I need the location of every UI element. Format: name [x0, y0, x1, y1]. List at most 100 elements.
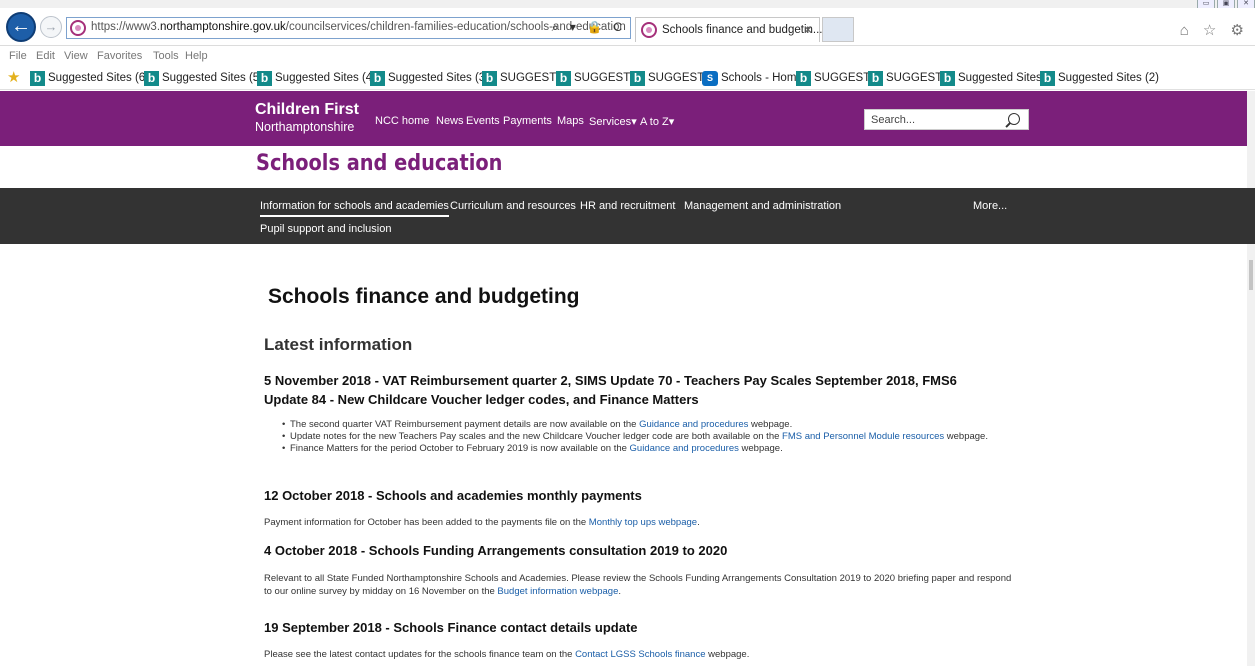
bing-icon: b	[30, 70, 45, 86]
paragraph-text: Please see the latest contact updates fo…	[264, 649, 576, 660]
fav-item[interactable]: b SUGGEST3	[556, 70, 637, 86]
menu-bar: File Edit View Favorites Tools Help	[0, 46, 1255, 66]
site-search-input[interactable]: Search...	[864, 109, 1029, 130]
news-heading-5-november: 5 November 2018 - VAT Reimbursement quar…	[264, 371, 957, 409]
fav-label: Suggested Sites (6)	[48, 72, 150, 84]
nav-services[interactable]: Services▾	[589, 115, 637, 128]
scrollbar-thumb[interactable]	[1249, 260, 1253, 290]
bullet-text-after: webpage.	[748, 419, 793, 430]
fav-item[interactable]: b Suggested Sites (4)	[257, 70, 376, 86]
subnav-pupil-support-inclusion[interactable]: Pupil support and inclusion	[260, 223, 391, 235]
bullet-text-after: webpage.	[944, 431, 988, 442]
fav-label: Suggested Sites	[958, 72, 1042, 84]
list-item: The second quarter VAT Reimbursement pay…	[282, 419, 1012, 431]
fav-item[interactable]: b SUGGEST4	[482, 70, 563, 86]
budget-information-link[interactable]: Budget information webpage	[497, 586, 618, 597]
back-arrow-icon[interactable]: ←	[6, 12, 36, 42]
news-paragraph: Please see the latest contact updates fo…	[264, 648, 1014, 661]
page-scrollbar[interactable]	[1247, 91, 1255, 666]
bullet-text: Update notes for the new Teachers Pay sc…	[290, 431, 783, 442]
contact-lgss-link[interactable]: Contact LGSS Schools finance	[575, 649, 705, 660]
fav-item[interactable]: b Suggested Sites (6)	[30, 70, 149, 86]
subnav-more[interactable]: More...	[973, 200, 1007, 212]
bullet-text-after: webpage.	[738, 443, 783, 454]
fav-item[interactable]: b SUGGESTE	[868, 70, 950, 86]
list-item: Update notes for the new Teachers Pay sc…	[282, 431, 1012, 443]
fav-item[interactable]: b Suggested Sites (5)	[144, 70, 263, 86]
menu-view[interactable]: View	[64, 50, 88, 62]
section-subnav: Information for schools and academies Cu…	[0, 188, 1255, 244]
fav-label: Suggested Sites (3)	[388, 72, 490, 84]
menu-help[interactable]: Help	[185, 50, 208, 62]
guidance-procedures-link[interactable]: Guidance and procedures	[639, 419, 748, 430]
nav-payments[interactable]: Payments	[503, 115, 552, 127]
nav-services-label: Services	[589, 116, 632, 128]
fav-item[interactable]: b Suggested Sites (3)	[370, 70, 489, 86]
monthly-top-ups-link[interactable]: Monthly top ups webpage	[589, 517, 697, 528]
site-favicon-icon	[70, 20, 86, 36]
fav-label: Suggested Sites (5)	[162, 72, 264, 84]
paragraph-text: Relevant to all State Funded Northampton…	[264, 573, 1012, 597]
favorites-bar: ★ b Suggested Sites (6) b Suggested Sites …	[0, 66, 1255, 90]
forward-arrow-icon[interactable]: →	[40, 16, 62, 38]
favorites-star-icon[interactable]: ★	[7, 70, 25, 86]
paragraph-text-after: webpage.	[705, 649, 750, 660]
news-heading-line: 5 November 2018 - VAT Reimbursement quar…	[264, 373, 957, 388]
sharepoint-icon: S	[702, 70, 718, 86]
search-placeholder: Search...	[871, 114, 916, 126]
url-prefix: https://www3.	[91, 21, 161, 33]
subnav-management-administration[interactable]: Management and administration	[684, 200, 841, 212]
news-heading-19-september: 19 September 2018 - Schools Finance cont…	[264, 620, 638, 635]
home-favorites-settings-icons[interactable]: ⌂ ☆ ⚙	[1180, 21, 1249, 39]
news-heading-line: Update 84 - New Childcare Voucher ledger…	[264, 392, 699, 407]
fav-label: Schools - Home	[721, 72, 803, 84]
subnav-hr-recruitment[interactable]: HR and recruitment	[580, 200, 675, 212]
list-item: Finance Matters for the period October t…	[282, 443, 1012, 455]
menu-file[interactable]: File	[9, 50, 27, 62]
tab-close-icon[interactable]: ✕	[803, 23, 813, 37]
nav-news[interactable]: News	[436, 115, 464, 127]
new-tab-button[interactable]	[822, 17, 854, 42]
site-logo-subtitle[interactable]: Northamptonshire	[255, 120, 354, 134]
menu-favorites[interactable]: Favorites	[97, 50, 142, 62]
fms-personnel-link[interactable]: FMS and Personnel Module resources	[782, 431, 944, 442]
news-heading-4-october: 4 October 2018 - Schools Funding Arrange…	[264, 543, 728, 558]
tab-favicon-icon	[641, 22, 657, 38]
menu-tools[interactable]: Tools	[153, 50, 179, 62]
section-title: Schools and education	[256, 151, 503, 176]
bing-icon: b	[796, 70, 811, 86]
subnav-curriculum-resources[interactable]: Curriculum and resources	[450, 200, 576, 212]
bing-icon: b	[556, 70, 571, 86]
bing-icon: b	[257, 70, 272, 86]
bing-icon: b	[940, 70, 955, 86]
nav-maps[interactable]: Maps	[557, 115, 584, 127]
nav-events[interactable]: Events	[466, 115, 500, 127]
nav-a-to-z-label: A to Z	[640, 116, 669, 128]
fav-label: Suggested Sites (4)	[275, 72, 377, 84]
address-tools-icons[interactable]: ⌕ ▾ 🔒 C	[552, 20, 626, 35]
bing-icon: b	[370, 70, 385, 86]
fav-item[interactable]: b Suggested Sites	[940, 70, 1042, 86]
fav-item[interactable]: b SUGGEST2	[630, 70, 711, 86]
paragraph-text: Payment information for October has been…	[264, 517, 589, 528]
paragraph-text-after: .	[697, 517, 700, 528]
fav-item[interactable]: b Suggested Sites (2)	[1040, 70, 1159, 86]
nav-ncc-home[interactable]: NCC home	[375, 115, 429, 127]
fav-item[interactable]: S Schools - Home	[702, 70, 803, 86]
menu-edit[interactable]: Edit	[36, 50, 55, 62]
site-logo-title[interactable]: Children First	[255, 101, 359, 119]
address-bar[interactable]: https://www3.northamptonshire.gov.uk/cou…	[66, 17, 631, 39]
subnav-info-schools-academies[interactable]: Information for schools and academies	[260, 200, 449, 217]
page-title: Schools finance and budgeting	[268, 285, 580, 308]
fav-item[interactable]: b SUGGEST1	[796, 70, 877, 86]
window-titlebar: ▭ ▣ ✕	[0, 0, 1255, 9]
guidance-procedures-link[interactable]: Guidance and procedures	[630, 443, 739, 454]
url-domain: northamptonshire.gov.uk	[160, 21, 286, 33]
address-url[interactable]: https://www3.northamptonshire.gov.uk/cou…	[91, 21, 626, 33]
browser-navigation-row: ← → https://www3.northamptonshire.gov.uk…	[0, 8, 1255, 46]
search-icon[interactable]	[1008, 113, 1020, 125]
nav-a-to-z[interactable]: A to Z▾	[640, 115, 674, 128]
fav-label: SUGGEST3	[574, 72, 637, 84]
browser-tab-active[interactable]: Schools finance and budgetin... ✕	[635, 17, 822, 42]
bing-icon: b	[144, 70, 159, 86]
